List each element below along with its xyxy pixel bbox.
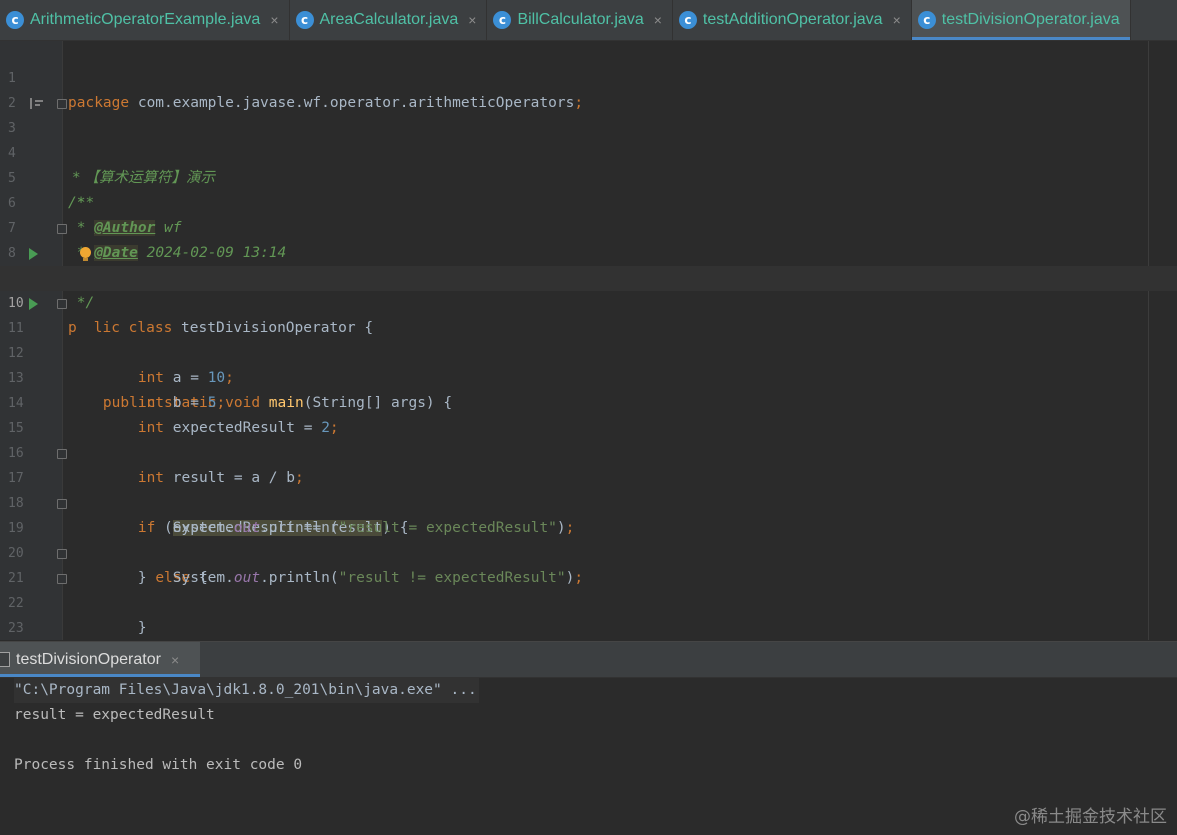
tab-bill-calculator[interactable]: c BillCalculator.java × xyxy=(487,0,673,40)
code-line: 2 xyxy=(0,66,1177,111)
tab-label: BillCalculator.java xyxy=(517,11,644,28)
fold-marker-icon[interactable] xyxy=(57,499,67,509)
java-class-icon: c xyxy=(917,11,936,29)
code-line: 13 int b = 5; xyxy=(0,341,1177,411)
fold-marker-icon[interactable] xyxy=(57,574,67,584)
close-icon[interactable]: × xyxy=(171,652,179,668)
tab-label: AreaCalculator.java xyxy=(319,11,459,28)
run-tool-window: testDivisionOperator × "C:\Program Files… xyxy=(0,641,1177,835)
tab-label: testDivisionOperator.java xyxy=(941,11,1120,28)
java-class-icon: c xyxy=(678,11,697,29)
code-line: 14 int expectedResult = 2; xyxy=(0,366,1177,436)
close-icon[interactable]: × xyxy=(654,12,662,28)
code-editor[interactable]: 1 package com.example.javase.wf.operator… xyxy=(0,41,1177,640)
implementation-marker-icon[interactable] xyxy=(30,98,44,109)
tab-label: testAdditionOperator.java xyxy=(702,11,883,28)
code-line: 9 plic class testDivisionOperator { xyxy=(0,241,1177,336)
console-line: "C:\Program Files\Java\jdk1.8.0_201\bin\… xyxy=(14,678,479,703)
code-line-current: 10 xyxy=(0,266,1177,311)
code-line: 16 int result = a / b; xyxy=(0,416,1177,486)
code-line: 12 int a = 10; xyxy=(0,316,1177,386)
fold-marker-icon[interactable] xyxy=(57,449,67,459)
code-line: 15 xyxy=(0,391,1177,436)
watermark: @稀土掘金技术社区 xyxy=(1014,807,1167,827)
java-class-icon: c xyxy=(295,11,314,29)
code-line: 24 } xyxy=(0,616,1177,640)
java-class-icon: c xyxy=(6,11,24,29)
run-icon[interactable] xyxy=(29,248,38,260)
lightbulb-icon[interactable] xyxy=(80,247,91,261)
tab-test-division-operator[interactable]: c testDivisionOperator.java xyxy=(911,0,1131,40)
code-line: 18 System.out.println("result = expected… xyxy=(0,466,1177,536)
fold-marker-icon[interactable] xyxy=(57,299,67,309)
java-class-icon: c xyxy=(493,11,512,29)
tab-area-calculator[interactable]: c AreaCalculator.java × xyxy=(290,0,488,40)
console-line: result = expectedResult xyxy=(14,707,215,723)
code-line: 1 package com.example.javase.wf.operator… xyxy=(0,41,1177,111)
fold-marker-icon[interactable] xyxy=(57,549,67,559)
close-icon[interactable]: × xyxy=(893,12,901,28)
code-line: 23 xyxy=(0,591,1177,636)
fold-marker-icon[interactable] xyxy=(57,224,67,234)
code-line: 6 * @Author wf xyxy=(0,166,1177,236)
fold-marker-icon[interactable] xyxy=(57,99,67,109)
run-tab-bar: testDivisionOperator × xyxy=(0,642,1177,678)
console-line: Process finished with exit code 0 xyxy=(14,757,303,773)
close-icon[interactable]: × xyxy=(270,12,278,28)
run-tab-test-division-operator[interactable]: testDivisionOperator × xyxy=(0,642,200,677)
tab-arithmetic-operator-example[interactable]: c ArithmeticOperatorExample.java × xyxy=(0,0,290,40)
code-line: 8 */ xyxy=(0,216,1177,311)
code-line: 20 System.out.println("result != expecte… xyxy=(0,516,1177,586)
run-icon[interactable] xyxy=(29,298,38,310)
code-line: 21 } xyxy=(0,541,1177,636)
code-line: 4 * 【算术运算符】演示 xyxy=(0,116,1177,186)
console-icon xyxy=(0,652,10,667)
run-tab-label: testDivisionOperator xyxy=(16,650,161,668)
tab-label: ArithmeticOperatorExample.java xyxy=(30,11,261,28)
editor-tab-bar: c ArithmeticOperatorExample.java × c Are… xyxy=(0,0,1177,41)
code-line: 7 * @Date 2024-02-09 13:14 xyxy=(0,191,1177,261)
code-line: 5 * xyxy=(0,141,1177,211)
code-line: 11 public static void main(String[] args… xyxy=(0,291,1177,411)
code-line: 22 } xyxy=(0,566,1177,611)
code-line: 3 /** xyxy=(0,91,1177,211)
tab-test-addition-operator[interactable]: c testAdditionOperator.java × xyxy=(673,0,912,40)
code-line: 19 } else { xyxy=(0,491,1177,586)
close-icon[interactable]: × xyxy=(468,12,476,28)
code-line: 17 if (expectedResult == result) { xyxy=(0,441,1177,536)
